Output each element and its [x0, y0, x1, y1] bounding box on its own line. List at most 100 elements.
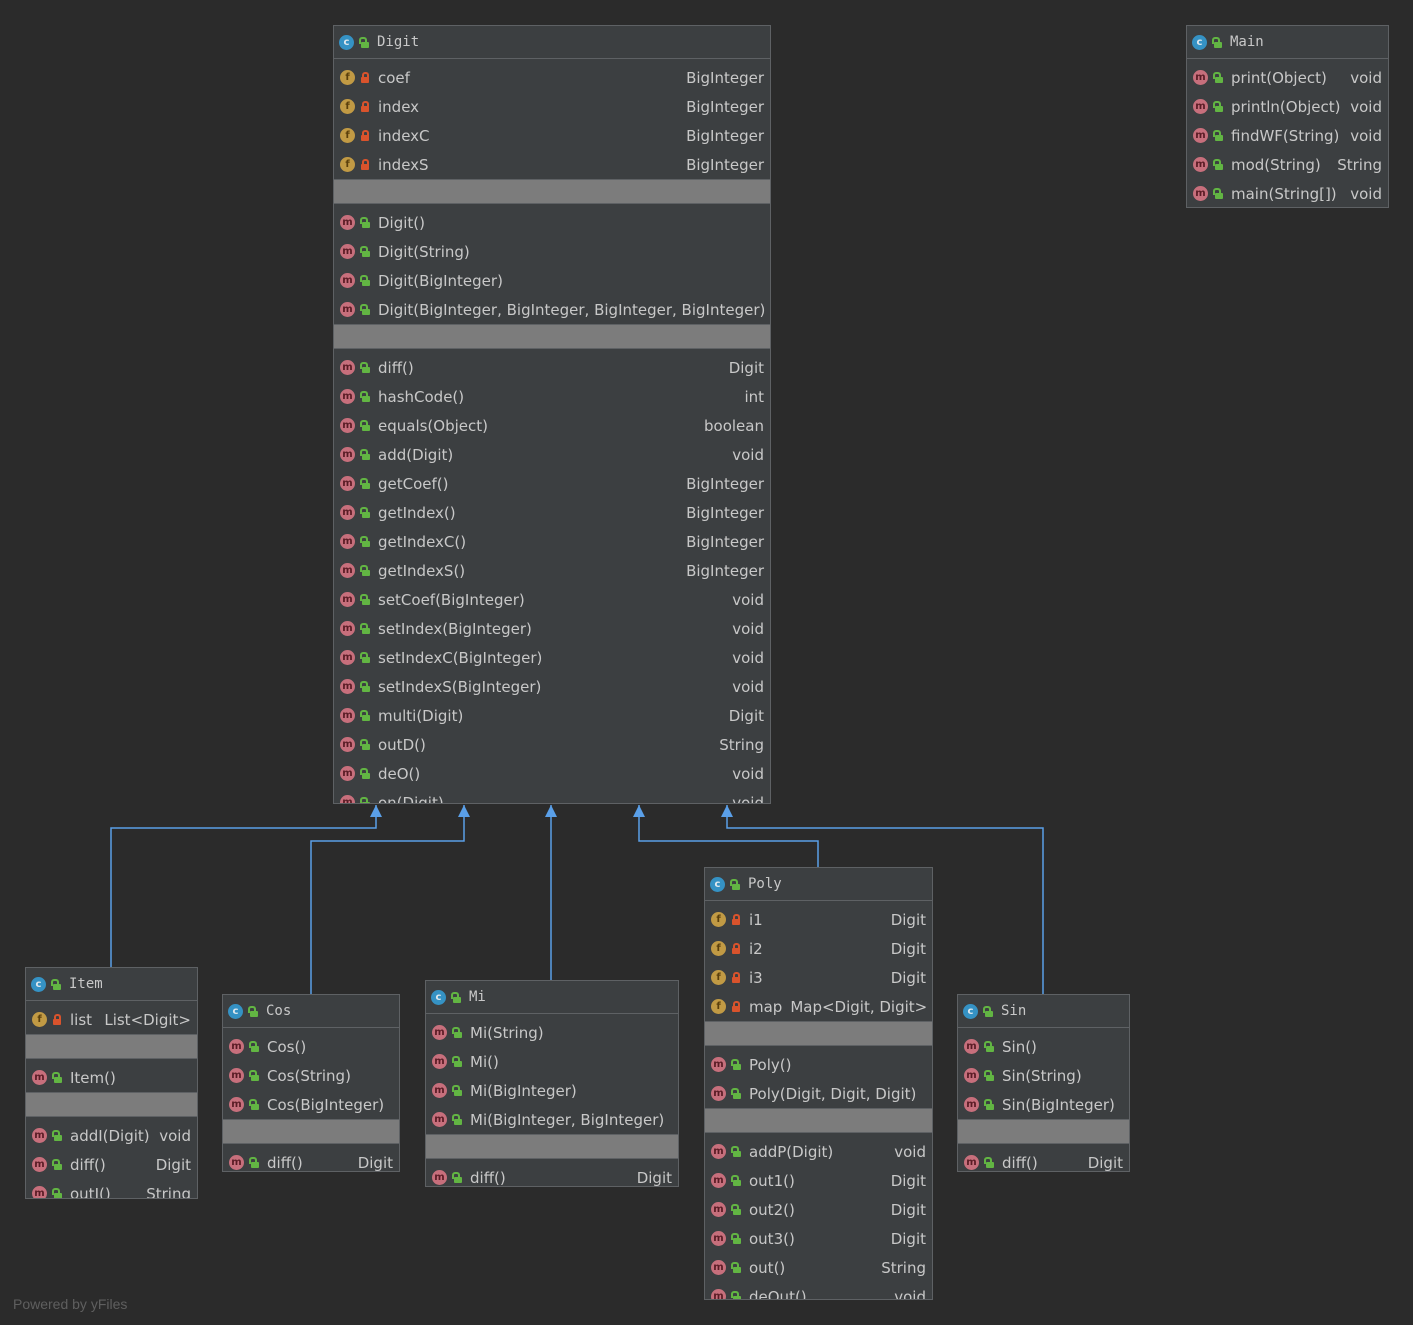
method-row[interactable]: m deO() void	[334, 759, 770, 788]
method-row[interactable]: m Sin(String)	[958, 1061, 1129, 1090]
method-row[interactable]: m outD() String	[334, 730, 770, 759]
method-row[interactable]: m getIndex() BigInteger	[334, 498, 770, 527]
class-header[interactable]: c Sin	[958, 995, 1129, 1028]
field-row[interactable]: f i1 Digit	[705, 905, 932, 934]
field-row[interactable]: f i3 Digit	[705, 963, 932, 992]
method-row[interactable]: m addP(Digit) void	[705, 1137, 932, 1166]
method-row[interactable]: m hashCode() int	[334, 382, 770, 411]
method-row[interactable]: m Mi(String)	[426, 1018, 678, 1047]
class-digit[interactable]: c Digit f coef BigInteger f index BigInteger f…	[333, 25, 771, 804]
method-row[interactable]: m Digit(String)	[334, 237, 770, 266]
method-row[interactable]: m Sin(BigInteger)	[958, 1090, 1129, 1119]
member-name: getIndexS()	[378, 561, 466, 580]
class-main[interactable]: c Main m print(Object) void m println(Object…	[1186, 25, 1389, 208]
method-row[interactable]: m Digit(BigInteger, BigInteger, BigIntege…	[334, 295, 770, 324]
field-row[interactable]: f index BigInteger	[334, 92, 770, 121]
class-poly[interactable]: c Poly f i1 Digit f i2 Digit f i3 Digit f map Map<D…	[704, 867, 933, 1300]
class-mi[interactable]: c Mi m Mi(String) m Mi() m Mi(BigInteger) m Mi(…	[425, 980, 679, 1187]
method-row[interactable]: m Poly(Digit, Digit, Digit)	[705, 1079, 932, 1108]
method-row[interactable]: m out1() Digit	[705, 1166, 932, 1195]
public-unlock-icon	[731, 1175, 741, 1186]
class-name: Mi	[469, 989, 486, 1005]
method-row[interactable]: m Cos()	[223, 1032, 399, 1061]
member-name: setIndexS(BigInteger)	[378, 677, 542, 696]
method-icon: m	[711, 1144, 726, 1159]
field-row[interactable]: f coef BigInteger	[334, 63, 770, 92]
method-row[interactable]: m findWF(String) void	[1187, 121, 1388, 150]
field-row[interactable]: f map Map<Digit, Digit>	[705, 992, 932, 1021]
method-row[interactable]: m out2() Digit	[705, 1195, 932, 1224]
method-row[interactable]: m Digit(BigInteger)	[334, 266, 770, 295]
method-icon: m	[229, 1097, 244, 1112]
member-name: Mi(BigInteger)	[470, 1081, 577, 1100]
method-row[interactable]: m setIndex(BigInteger) void	[334, 614, 770, 643]
method-row[interactable]: m Sin()	[958, 1032, 1129, 1061]
method-row[interactable]: m addI(Digit) void	[26, 1121, 197, 1150]
public-icon	[983, 1005, 993, 1017]
method-icon: m	[340, 621, 355, 636]
method-row[interactable]: m diff() Digit	[334, 353, 770, 382]
method-row[interactable]: m Mi(BigInteger)	[426, 1076, 678, 1105]
public-unlock-icon	[52, 1188, 62, 1198]
method-row[interactable]: m Item()	[26, 1063, 197, 1092]
method-row[interactable]: m diff() Digit	[426, 1163, 678, 1186]
field-row[interactable]: f indexC BigInteger	[334, 121, 770, 150]
public-unlock-icon	[249, 1041, 259, 1052]
member-name: Digit(String)	[378, 242, 470, 261]
method-row[interactable]: m equals(Object) boolean	[334, 411, 770, 440]
method-row[interactable]: m setCoef(BigInteger) void	[334, 585, 770, 614]
method-row[interactable]: m getCoef() BigInteger	[334, 469, 770, 498]
member-name: getIndexC()	[378, 532, 467, 551]
method-row[interactable]: m setIndexS(BigInteger) void	[334, 672, 770, 701]
method-row[interactable]: m Mi(BigInteger, BigInteger)	[426, 1105, 678, 1134]
class-header[interactable]: c Cos	[223, 995, 399, 1028]
method-row[interactable]: m Poly()	[705, 1050, 932, 1079]
method-row[interactable]: m diff() Digit	[223, 1148, 399, 1171]
method-row[interactable]: m Cos(String)	[223, 1061, 399, 1090]
private-lock-icon	[360, 159, 370, 170]
method-row[interactable]: m multi(Digit) Digit	[334, 701, 770, 730]
public-icon	[451, 991, 461, 1003]
class-header[interactable]: c Poly	[705, 868, 932, 901]
member-name: index	[378, 97, 420, 116]
class-item[interactable]: c Item f list List<Digit> m Item() m addI(Di…	[25, 967, 198, 1199]
member-name: print(Object)	[1231, 68, 1327, 87]
method-row[interactable]: m diff() Digit	[26, 1150, 197, 1179]
method-row[interactable]: m print(Object) void	[1187, 63, 1388, 92]
method-row[interactable]: m outI() String	[26, 1179, 197, 1198]
class-header[interactable]: c Digit	[334, 26, 770, 59]
class-header[interactable]: c Item	[26, 968, 197, 1001]
class-header[interactable]: c Main	[1187, 26, 1388, 59]
method-row[interactable]: m out3() Digit	[705, 1224, 932, 1253]
class-cos[interactable]: c Cos m Cos() m Cos(String) m Cos(BigInteger)…	[222, 994, 400, 1172]
class-header[interactable]: c Mi	[426, 981, 678, 1014]
method-row[interactable]: m Cos(BigInteger)	[223, 1090, 399, 1119]
field-row[interactable]: f i2 Digit	[705, 934, 932, 963]
method-row[interactable]: m getIndexC() BigInteger	[334, 527, 770, 556]
field-row[interactable]: f list List<Digit>	[26, 1005, 197, 1034]
method-row[interactable]: m Mi()	[426, 1047, 678, 1076]
method-row[interactable]: m deOut() void	[705, 1282, 932, 1299]
method-icon: m	[340, 592, 355, 607]
member-name: list	[70, 1010, 93, 1029]
private-lock-icon	[360, 130, 370, 141]
member-name: diff()	[70, 1155, 106, 1174]
method-row[interactable]: m println(Object) void	[1187, 92, 1388, 121]
method-row[interactable]: m setIndexC(BigInteger) void	[334, 643, 770, 672]
method-row[interactable]: m out() String	[705, 1253, 932, 1282]
method-row[interactable]: m diff() Digit	[958, 1148, 1129, 1171]
method-row[interactable]: m getIndexS() BigInteger	[334, 556, 770, 585]
method-row[interactable]: m add(Digit) void	[334, 440, 770, 469]
method-icon: m	[432, 1083, 447, 1098]
method-row[interactable]: m on(Digit) void	[334, 788, 770, 803]
field-row[interactable]: f indexS BigInteger	[334, 150, 770, 179]
member-name: coef	[378, 68, 410, 87]
member-name: out2()	[749, 1200, 795, 1219]
method-row[interactable]: m Digit()	[334, 208, 770, 237]
method-row[interactable]: m mod(String) String	[1187, 150, 1388, 179]
class-name: Item	[69, 976, 103, 992]
public-unlock-icon	[731, 1262, 741, 1273]
method-row[interactable]: m main(String[]) void	[1187, 179, 1388, 207]
class-sin[interactable]: c Sin m Sin() m Sin(String) m Sin(BigInteger)…	[957, 994, 1130, 1172]
private-lock-icon	[731, 914, 741, 925]
